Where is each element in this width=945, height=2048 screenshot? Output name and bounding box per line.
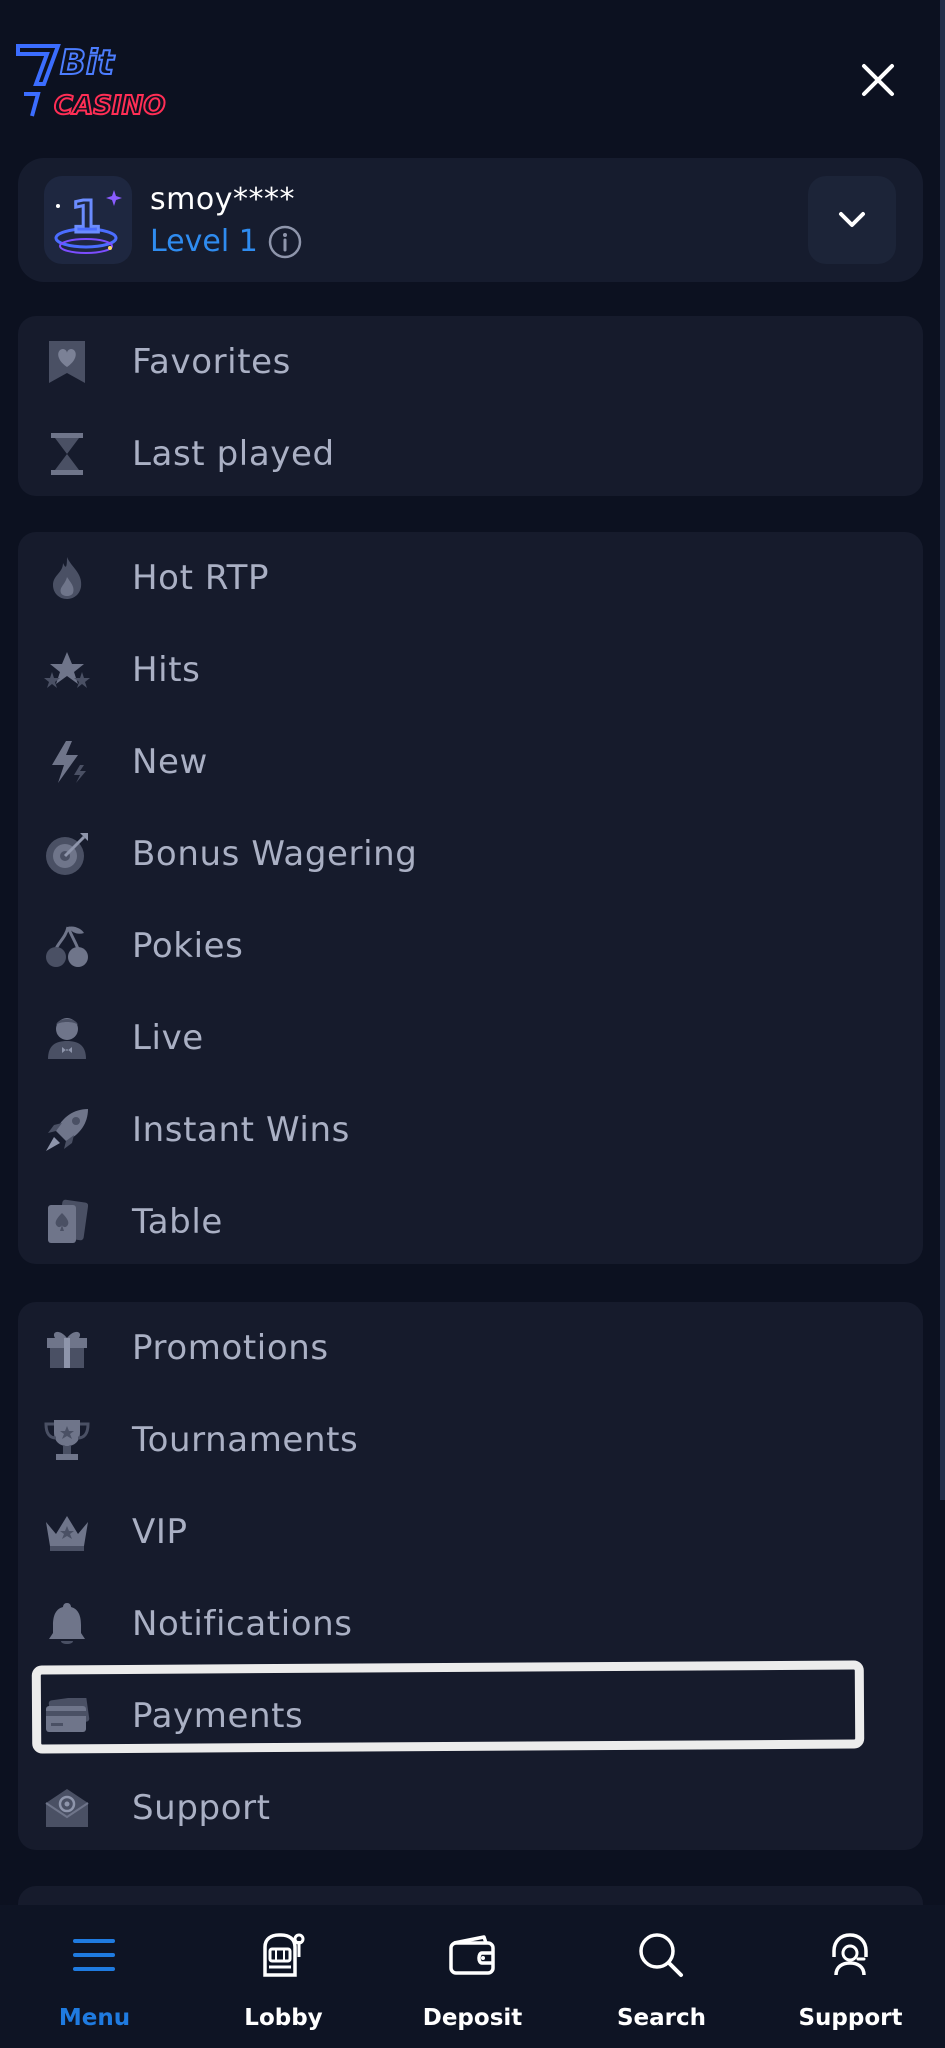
nav-support[interactable]: Support — [756, 1905, 945, 2048]
nav-lobby[interactable]: Lobby — [189, 1905, 378, 2048]
nav-menu[interactable]: Menu — [0, 1905, 189, 2048]
menu-item-hits[interactable]: Hits — [18, 624, 923, 716]
target-icon — [44, 831, 90, 877]
level-badge-number: 1 — [71, 192, 102, 243]
menu-item-label: Instant Wins — [132, 1110, 350, 1150]
gift-icon — [44, 1325, 90, 1371]
menu-item-label: Hits — [132, 650, 201, 690]
menu-item-table[interactable]: Table — [18, 1176, 923, 1268]
menu-item-bonus-wagering[interactable]: Bonus Wagering — [18, 808, 923, 900]
cherries-icon — [44, 923, 90, 969]
headset-icon — [820, 1925, 880, 1985]
nav-support-label: Support — [798, 2005, 903, 2031]
level-badge: 1 — [44, 176, 132, 264]
bell-icon — [44, 1601, 90, 1647]
menu-item-favorites[interactable]: Favorites — [18, 316, 923, 408]
nav-deposit-label: Deposit — [422, 2005, 523, 2031]
flame-icon — [44, 555, 90, 601]
top-bar: Bit CASINO — [0, 0, 945, 150]
menu-item-label: Payments — [132, 1696, 304, 1736]
menu-section-account: Promotions Tournaments VIP Notifications… — [18, 1302, 923, 1850]
menu-item-label: Pokies — [132, 926, 244, 966]
menu-item-label: Tournaments — [132, 1420, 359, 1460]
user-level-label: Level 1 — [150, 224, 258, 259]
menu-item-payments[interactable]: Payments — [18, 1670, 923, 1762]
hamburger-icon — [64, 1925, 124, 1985]
close-icon — [862, 64, 894, 96]
nav-lobby-label: Lobby — [244, 2005, 323, 2031]
menu-item-label: Live — [132, 1018, 204, 1058]
menu-item-promotions[interactable]: Promotions — [18, 1302, 923, 1394]
info-icon[interactable] — [268, 225, 302, 259]
menu-item-instant-wins[interactable]: Instant Wins — [18, 1084, 923, 1176]
playing-cards-icon — [44, 1199, 90, 1245]
wallet-icon — [442, 1925, 502, 1985]
menu-item-label: Promotions — [132, 1328, 329, 1368]
stars-icon — [44, 647, 90, 693]
menu-section-games: Hot RTP Hits New Bonus Wagering Pokies L… — [18, 532, 923, 1264]
nav-menu-label: Menu — [58, 2005, 131, 2031]
username: smoy**** — [150, 182, 295, 217]
nav-search-label: Search — [616, 2005, 707, 2031]
menu-item-label: Favorites — [132, 342, 291, 382]
credit-card-icon — [44, 1693, 90, 1739]
lightning-icon — [44, 739, 90, 785]
scrollbar[interactable] — [940, 0, 945, 1500]
trophy-icon — [44, 1417, 90, 1463]
menu-item-label: Hot RTP — [132, 558, 270, 598]
menu-item-live[interactable]: Live — [18, 992, 923, 1084]
menu-item-notifications[interactable]: Notifications — [18, 1578, 923, 1670]
dealer-icon — [44, 1015, 90, 1061]
menu-item-support[interactable]: Support — [18, 1762, 923, 1854]
crown-icon — [44, 1509, 90, 1555]
slot-machine-icon — [253, 1925, 313, 1985]
menu-item-new[interactable]: New — [18, 716, 923, 808]
casino-logo[interactable]: Bit CASINO — [14, 34, 174, 124]
menu-section-personal: Favorites Last played — [18, 316, 923, 496]
menu-item-last-played[interactable]: Last played — [18, 408, 923, 500]
menu-item-label: Bonus Wagering — [132, 834, 418, 874]
menu-item-label: New — [132, 742, 208, 782]
envelope-at-icon — [44, 1785, 90, 1831]
hourglass-icon — [44, 431, 90, 477]
heart-bookmark-icon — [44, 339, 90, 385]
nav-search[interactable]: Search — [567, 1905, 756, 2048]
menu-item-hot-rtp[interactable]: Hot RTP — [18, 532, 923, 624]
nav-deposit[interactable]: Deposit — [378, 1905, 567, 2048]
menu-item-pokies[interactable]: Pokies — [18, 900, 923, 992]
menu-item-label: Notifications — [132, 1604, 353, 1644]
menu-item-label: Last played — [132, 434, 335, 474]
menu-item-label: VIP — [132, 1512, 188, 1552]
user-level: Level 1 — [150, 224, 302, 259]
svg-text:CASINO: CASINO — [54, 91, 165, 121]
expand-profile-button[interactable] — [808, 176, 896, 264]
menu-item-tournaments[interactable]: Tournaments — [18, 1394, 923, 1486]
rocket-icon — [44, 1107, 90, 1153]
user-profile-card: 1 smoy**** Level 1 — [18, 158, 923, 282]
menu-item-vip[interactable]: VIP — [18, 1486, 923, 1578]
chevron-down-icon — [839, 212, 865, 227]
menu-item-label: Support — [132, 1788, 271, 1828]
search-icon — [631, 1925, 691, 1985]
menu-item-label: Table — [132, 1202, 223, 1242]
svg-text:Bit: Bit — [60, 43, 116, 83]
close-menu-button[interactable] — [856, 58, 900, 102]
bottom-navigation: Menu Lobby Deposit Search Support — [0, 1905, 945, 2048]
